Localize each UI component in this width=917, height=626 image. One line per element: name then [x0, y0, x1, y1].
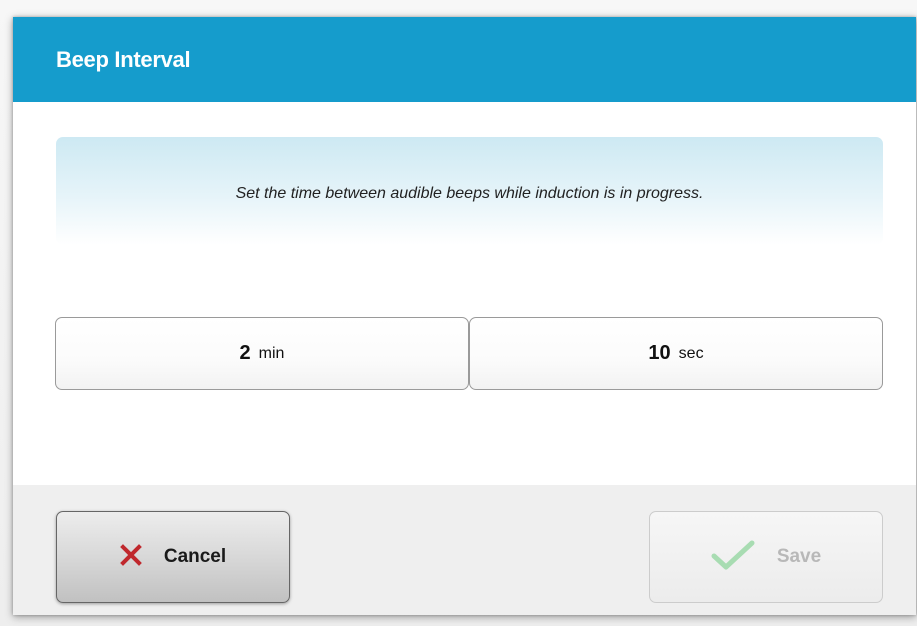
minutes-unit: min: [258, 344, 285, 362]
save-button[interactable]: Save: [649, 511, 883, 603]
minutes-field[interactable]: 2 min: [55, 317, 469, 390]
seconds-field[interactable]: 10 sec: [469, 317, 883, 390]
save-label: Save: [776, 546, 822, 567]
close-icon: [120, 543, 142, 571]
dialog-title: Beep Interval: [56, 47, 191, 72]
beep-interval-dialog: Beep Interval Set the time between audib…: [13, 17, 916, 615]
checkmark-icon: [711, 540, 755, 575]
instruction-text: Set the time between audible beeps while…: [235, 185, 704, 202]
cancel-label: Cancel: [163, 546, 227, 567]
seconds-unit: sec: [678, 344, 704, 362]
dialog-header: Beep Interval: [13, 17, 916, 102]
minutes-value: 2: [239, 342, 251, 364]
seconds-value: 10: [648, 342, 671, 364]
window-frame: Beep Interval Set the time between audib…: [0, 0, 917, 626]
cancel-button[interactable]: Cancel: [56, 511, 290, 603]
instruction-panel: Set the time between audible beeps while…: [56, 137, 883, 245]
